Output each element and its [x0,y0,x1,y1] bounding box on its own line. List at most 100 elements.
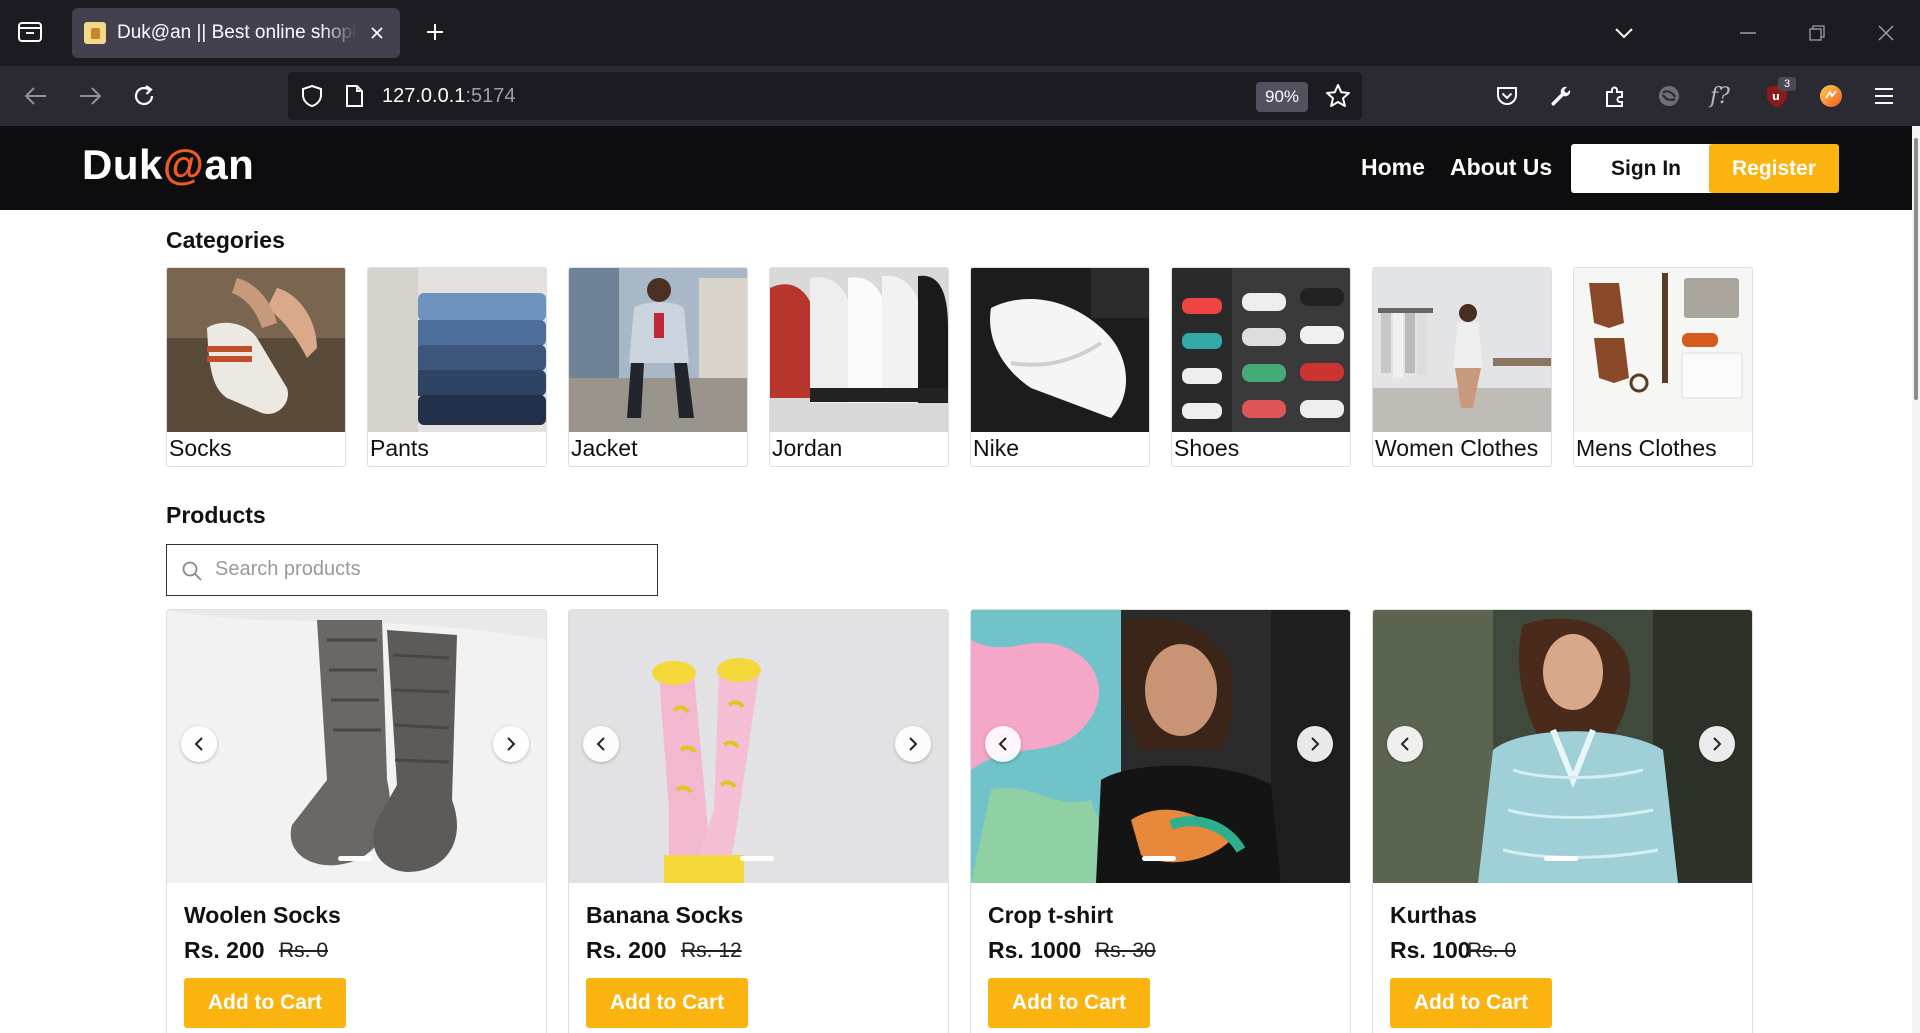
page-scrollbar[interactable] [1912,126,1920,1033]
category-image-women-clothes [1373,268,1551,432]
search-input[interactable] [215,545,645,594]
site-favicon-icon [84,22,106,44]
back-arrow-icon[interactable] [20,80,52,112]
category-label: Nike [973,435,1020,461]
category-label: Jordan [772,435,843,461]
wrench-icon[interactable] [1545,80,1577,112]
product-name: Banana Socks [586,902,744,928]
category-card-nike[interactable]: Nike [970,267,1150,467]
color-extension-icon[interactable] [1815,80,1847,112]
carousel-indicator[interactable] [740,856,774,861]
pocket-icon[interactable] [1491,80,1523,112]
category-image-shoes [1172,268,1350,432]
svg-text:f?: f? [1708,84,1730,109]
product-price: Rs. 1000 [988,937,1082,963]
add-to-cart-button[interactable]: Add to Cart [988,978,1150,1028]
nav-about-link[interactable]: About Us [1450,154,1552,181]
list-tabs-chevron-icon[interactable] [1607,16,1641,50]
category-image-mens-clothes [1574,268,1752,432]
carousel-next-button[interactable] [493,726,529,762]
carousel-next-button[interactable] [1699,726,1735,762]
page-info-icon[interactable] [338,80,370,112]
zoom-level-badge[interactable]: 90% [1256,82,1308,112]
svg-text:u: u [1772,90,1780,103]
categories-heading: Categories [166,227,285,253]
product-image-kurthas [1373,610,1752,883]
carousel-indicator[interactable] [338,856,372,861]
category-image-pants [368,268,546,432]
tab-title: Duk@an || Best online shoping [117,22,357,43]
browser-tab-active[interactable]: Duk@an || Best online shoping [72,8,400,58]
carousel-indicator[interactable] [1142,856,1176,861]
carousel-next-button[interactable] [895,726,931,762]
scrollbar-thumb[interactable] [1914,138,1918,400]
new-tab-icon[interactable] [420,17,450,47]
logo-prefix: Duk [82,141,163,188]
category-card-jordan[interactable]: Jordan [769,267,949,467]
close-window-icon[interactable] [1869,16,1903,50]
product-image-banana-socks [569,610,948,883]
carousel-prev-button[interactable] [583,726,619,762]
carousel-indicator[interactable] [1544,856,1578,861]
register-button[interactable]: Register [1709,144,1839,193]
category-card-women-clothes[interactable]: Women Clothes [1372,267,1552,467]
product-card[interactable]: Kurthas Rs. 100 Rs. 0 Add to Cart [1372,609,1753,1033]
search-icon [182,561,202,581]
url-port: :5174 [465,85,516,107]
carousel-prev-button[interactable] [181,726,217,762]
product-old-price: Rs. 12 [681,939,742,962]
url-text[interactable]: 127.0.0.1:5174 [382,85,515,108]
page-viewport: Duk@an Home About Us Sign In Register Ca… [0,126,1920,1033]
logo-suffix: an [204,141,255,188]
nav-home-link[interactable]: Home [1361,154,1425,181]
tracking-protection-shield-icon[interactable] [296,80,328,112]
category-label: Socks [169,435,232,461]
restore-window-icon[interactable] [1800,16,1834,50]
function-f-icon[interactable]: f? [1707,80,1739,112]
category-card-mens-clothes[interactable]: Mens Clothes [1573,267,1753,467]
site-header: Duk@an Home About Us Sign In Register [0,126,1912,210]
reload-icon[interactable] [128,80,160,112]
product-old-price: Rs. 30 [1095,939,1156,962]
extensions-puzzle-icon[interactable] [1599,80,1631,112]
category-image-jacket [569,268,747,432]
carousel-prev-button[interactable] [985,726,1021,762]
add-to-cart-button[interactable]: Add to Cart [1390,978,1552,1028]
extension-count-badge: 3 [1778,77,1796,91]
product-name: Kurthas [1390,902,1477,928]
add-to-cart-button[interactable]: Add to Cart [586,978,748,1028]
url-host: 127.0.0.1 [382,85,466,107]
product-price: Rs. 200 [586,937,667,963]
category-label: Mens Clothes [1576,435,1717,461]
product-price: Rs. 200 [184,937,265,963]
hamburger-menu-icon[interactable] [1868,80,1900,112]
carousel-prev-button[interactable] [1387,726,1423,762]
close-tab-icon[interactable] [366,22,388,44]
product-name: Woolen Socks [184,902,341,928]
product-old-price: Rs. 0 [1467,939,1517,962]
product-image-crop-t-shirt [971,610,1350,883]
product-search-box[interactable] [166,544,658,596]
category-label: Jacket [571,435,638,461]
product-card[interactable]: Crop t-shirt Rs. 1000 Rs. 30 Add to Cart [970,609,1351,1033]
bookmark-star-icon[interactable] [1322,80,1354,112]
add-to-cart-button[interactable]: Add to Cart [184,978,346,1028]
category-label: Pants [370,435,429,461]
tab-overview-icon[interactable] [15,17,45,47]
product-card[interactable]: Banana Socks Rs. 200 Rs. 12 Add to Cart [568,609,949,1033]
product-old-price: Rs. 0 [279,939,329,962]
category-card-jacket[interactable]: Jacket [568,267,748,467]
category-card-shoes[interactable]: Shoes [1171,267,1351,467]
category-label: Women Clothes [1375,435,1539,461]
minimize-window-icon[interactable] [1731,16,1765,50]
forward-arrow-icon[interactable] [74,80,106,112]
sign-in-button[interactable]: Sign In [1571,144,1721,193]
carousel-next-button[interactable] [1297,726,1333,762]
product-image-woolen-socks [167,610,546,883]
product-card[interactable]: Woolen Socks Rs. 200 Rs. 0 Add to Cart [166,609,547,1033]
category-card-pants[interactable]: Pants [367,267,547,467]
category-image-nike [971,268,1149,432]
site-logo[interactable]: Duk@an [82,141,254,189]
blocker-extension-icon[interactable] [1653,80,1685,112]
category-card-socks[interactable]: Socks [166,267,346,467]
